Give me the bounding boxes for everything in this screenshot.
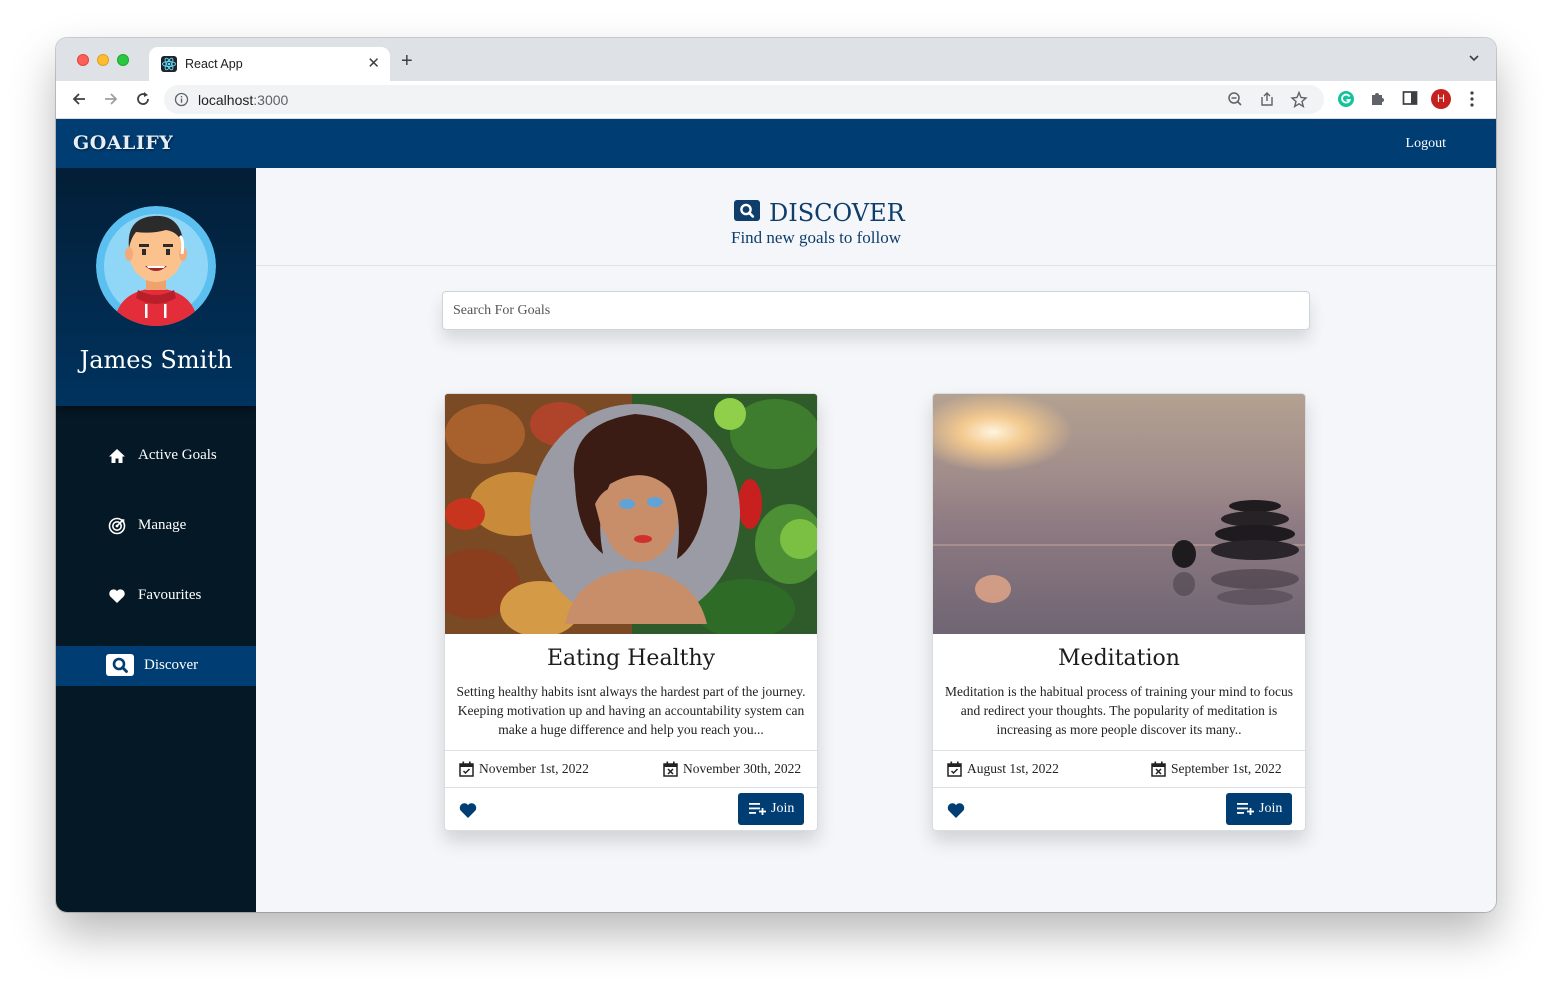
side-panel-icon[interactable] [1402,90,1418,111]
eating-healthy-image [445,394,817,639]
close-window-button[interactable] [77,54,89,66]
page-title: DISCOVER [769,199,905,227]
card-title: Eating Healthy [546,646,716,671]
sidebar-item-label: Favourites [138,587,202,603]
calendar-check-icon [459,761,474,777]
card-dates: August 1st, 2022 September 1st, 2022 [933,750,1305,788]
forward-arrow-icon[interactable] [102,90,120,113]
user-avatar [96,206,216,326]
goal-card-meditation: Meditation Meditation is the habitual pr… [932,393,1306,831]
sidebar-item-favourites[interactable]: Favourites [56,576,256,616]
calendar-x-icon [1151,761,1166,777]
sidebar: James Smith Active Goals Manage Favourit… [56,168,256,912]
new-tab-icon[interactable]: + [401,51,413,71]
card-description: Meditation is the habitual process of tr… [945,684,1293,737]
browser-window: React App ✕ + localhost:3000 H GOALIFY L… [56,38,1496,912]
tab-strip: React App ✕ + [56,38,1496,81]
calendar-check-icon [947,761,962,777]
join-label: Join [1259,801,1283,816]
sidebar-item-label: Manage [138,517,187,533]
url-text: localhost:3000 [198,92,289,108]
sidebar-item-label: Active Goals [138,447,217,463]
main-content: DISCOVER Find new goals to follow Search… [256,168,1496,912]
join-button[interactable]: Join [1226,793,1292,825]
reload-icon[interactable] [134,90,152,113]
discover-header: DISCOVER Find new goals to follow [256,168,1496,266]
browser-toolbar: localhost:3000 H [56,81,1496,119]
join-button[interactable]: Join [738,793,804,825]
zoom-icon [1228,92,1242,106]
playlist-add-icon [749,803,766,815]
search-icon [106,654,134,681]
react-logo-icon [161,56,177,72]
page-subtitle: Find new goals to follow [731,228,901,247]
site-info-icon[interactable] [174,92,189,112]
sidebar-item-manage[interactable]: Manage [56,506,256,546]
logout-button[interactable]: Logout [1406,136,1446,152]
profile-avatar[interactable]: H [1431,89,1451,109]
maximize-window-button[interactable] [117,54,129,66]
start-date-text: November 1st, 2022 [479,761,589,776]
omnibox-actions [1226,90,1316,113]
close-tab-icon[interactable]: ✕ [367,54,380,72]
tab-title: React App [185,57,243,71]
user-name: James Smith [79,346,233,374]
tab-search-chevron-icon[interactable] [1468,51,1480,69]
card-title: Meditation [1058,646,1180,671]
join-label: Join [771,801,795,816]
card-dates: November 1st, 2022 November 30th, 2022 [445,750,817,788]
start-date-text: August 1st, 2022 [967,761,1059,776]
app-header: GOALIFY Logout [56,119,1496,168]
meditation-image [933,394,1305,634]
bookmark-star-icon [1290,90,1308,109]
playlist-add-icon [1237,803,1254,815]
grammarly-extension-icon[interactable] [1337,90,1355,113]
calendar-x-icon [663,761,678,777]
end-date-text: November 30th, 2022 [683,761,802,776]
browser-menu-icon[interactable] [1469,91,1475,112]
sidebar-item-active-goals[interactable]: Active Goals [56,436,256,476]
share-icon [1261,92,1273,106]
favourite-heart-icon[interactable] [459,802,477,824]
favourite-heart-icon[interactable] [947,802,965,824]
extensions-puzzle-icon[interactable] [1369,90,1386,112]
sidebar-item-label: Discover [144,657,199,673]
address-bar[interactable]: localhost:3000 [164,85,1324,114]
search-icon [734,200,760,226]
end-date-text: September 1st, 2022 [1171,761,1282,776]
brand-logo[interactable]: GOALIFY [73,132,173,154]
browser-tab[interactable]: React App ✕ [149,47,390,81]
home-icon [108,447,126,470]
back-arrow-icon[interactable] [70,90,88,113]
goal-card-eating-healthy: Eating Healthy Setting healthy habits is… [444,393,818,831]
target-icon [108,517,126,540]
heart-icon [108,587,126,610]
search-input[interactable] [442,291,1310,330]
profile-block: James Smith [56,168,256,406]
card-description: Setting healthy habits isnt always the h… [456,684,806,737]
sidebar-item-discover[interactable]: Discover [56,646,256,686]
minimize-window-button[interactable] [97,54,109,66]
